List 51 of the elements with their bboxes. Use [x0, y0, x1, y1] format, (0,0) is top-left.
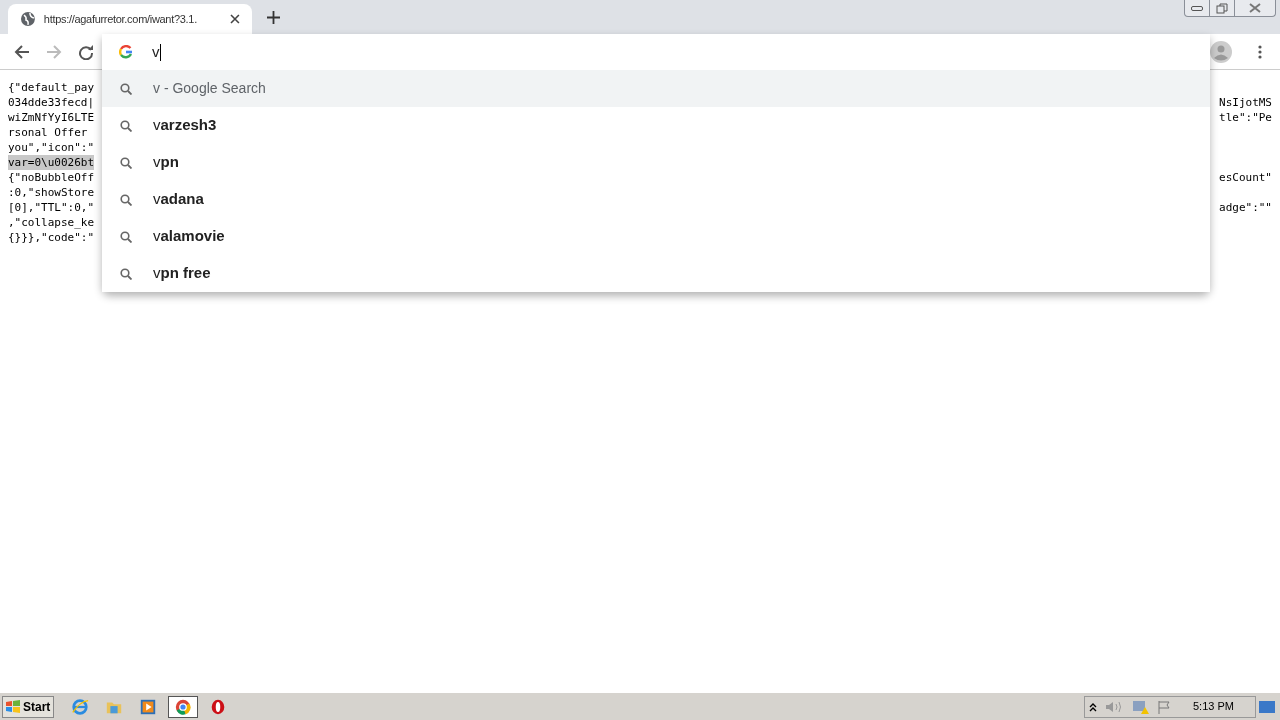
code-text: 034dde33fecd|	[8, 95, 95, 110]
new-tab-icon[interactable]	[267, 11, 280, 24]
chrome-icon	[174, 697, 192, 716]
tab-title: https://agafurretor.com/iwant?3.1.	[43, 11, 198, 27]
code-text: you","icon":"	[8, 140, 95, 155]
close-icon	[1249, 3, 1261, 13]
code-text: tle":"Pe	[1219, 110, 1272, 125]
suggestion-item[interactable]: vpn	[102, 144, 1210, 181]
suggestion-item[interactable]: vpn free	[102, 255, 1210, 292]
address-input[interactable]: v	[152, 40, 161, 64]
suggestion-item[interactable]: varzesh3	[102, 107, 1210, 144]
code-text: ,"collapse_ke	[8, 215, 95, 230]
code-text: [0],"TTL":0,"	[8, 200, 95, 215]
search-icon	[120, 156, 132, 169]
code-text: rsonal Offer	[8, 125, 88, 140]
code-text: :0,"showStore	[8, 185, 95, 200]
search-icon	[120, 230, 132, 243]
taskbar-button[interactable]	[168, 695, 198, 718]
suggestion-item[interactable]: v - Google Search	[102, 70, 1210, 107]
code-text: wiZmNfYyI6LTE	[8, 110, 95, 125]
search-icon	[120, 193, 132, 206]
windows-logo-icon	[5, 699, 21, 714]
code-text: NsIjotMS	[1219, 95, 1272, 110]
code-text: esCount"	[1219, 170, 1272, 185]
code-text: var=0\u0026bt	[8, 155, 95, 170]
flag-icon[interactable]	[1157, 699, 1171, 714]
media-player-icon	[139, 697, 157, 716]
browser-e-icon	[71, 697, 89, 716]
code-text: adge":""	[1219, 200, 1272, 215]
code-text: {}}},"code":"	[8, 230, 95, 245]
show-desktop-icon[interactable]	[1258, 699, 1276, 714]
code-text: {"noBubbleOff	[8, 170, 95, 185]
restore-icon	[1216, 2, 1228, 14]
chevron-up-icon[interactable]	[1089, 701, 1097, 712]
suggestion-item[interactable]: vadana	[102, 181, 1210, 218]
menu-icon[interactable]	[1258, 44, 1262, 59]
start-button[interactable]: Start	[2, 695, 54, 718]
reload-icon[interactable]	[78, 43, 94, 60]
profile-avatar-icon[interactable]	[1210, 40, 1232, 63]
close-icon[interactable]	[230, 14, 240, 24]
back-icon[interactable]	[14, 43, 30, 60]
suggestion-item[interactable]: valamovie	[102, 218, 1210, 255]
search-icon	[120, 119, 132, 132]
opera-icon	[209, 697, 227, 716]
browser-tab[interactable]: https://agafurretor.com/iwant?3.1.	[8, 4, 252, 34]
search-icon	[120, 267, 132, 280]
google-logo-icon	[119, 45, 133, 59]
code-text: {"default_pay	[8, 80, 95, 95]
clock: 5:13 PM	[1193, 699, 1234, 715]
globe-icon	[20, 11, 36, 27]
search-icon	[120, 82, 132, 95]
